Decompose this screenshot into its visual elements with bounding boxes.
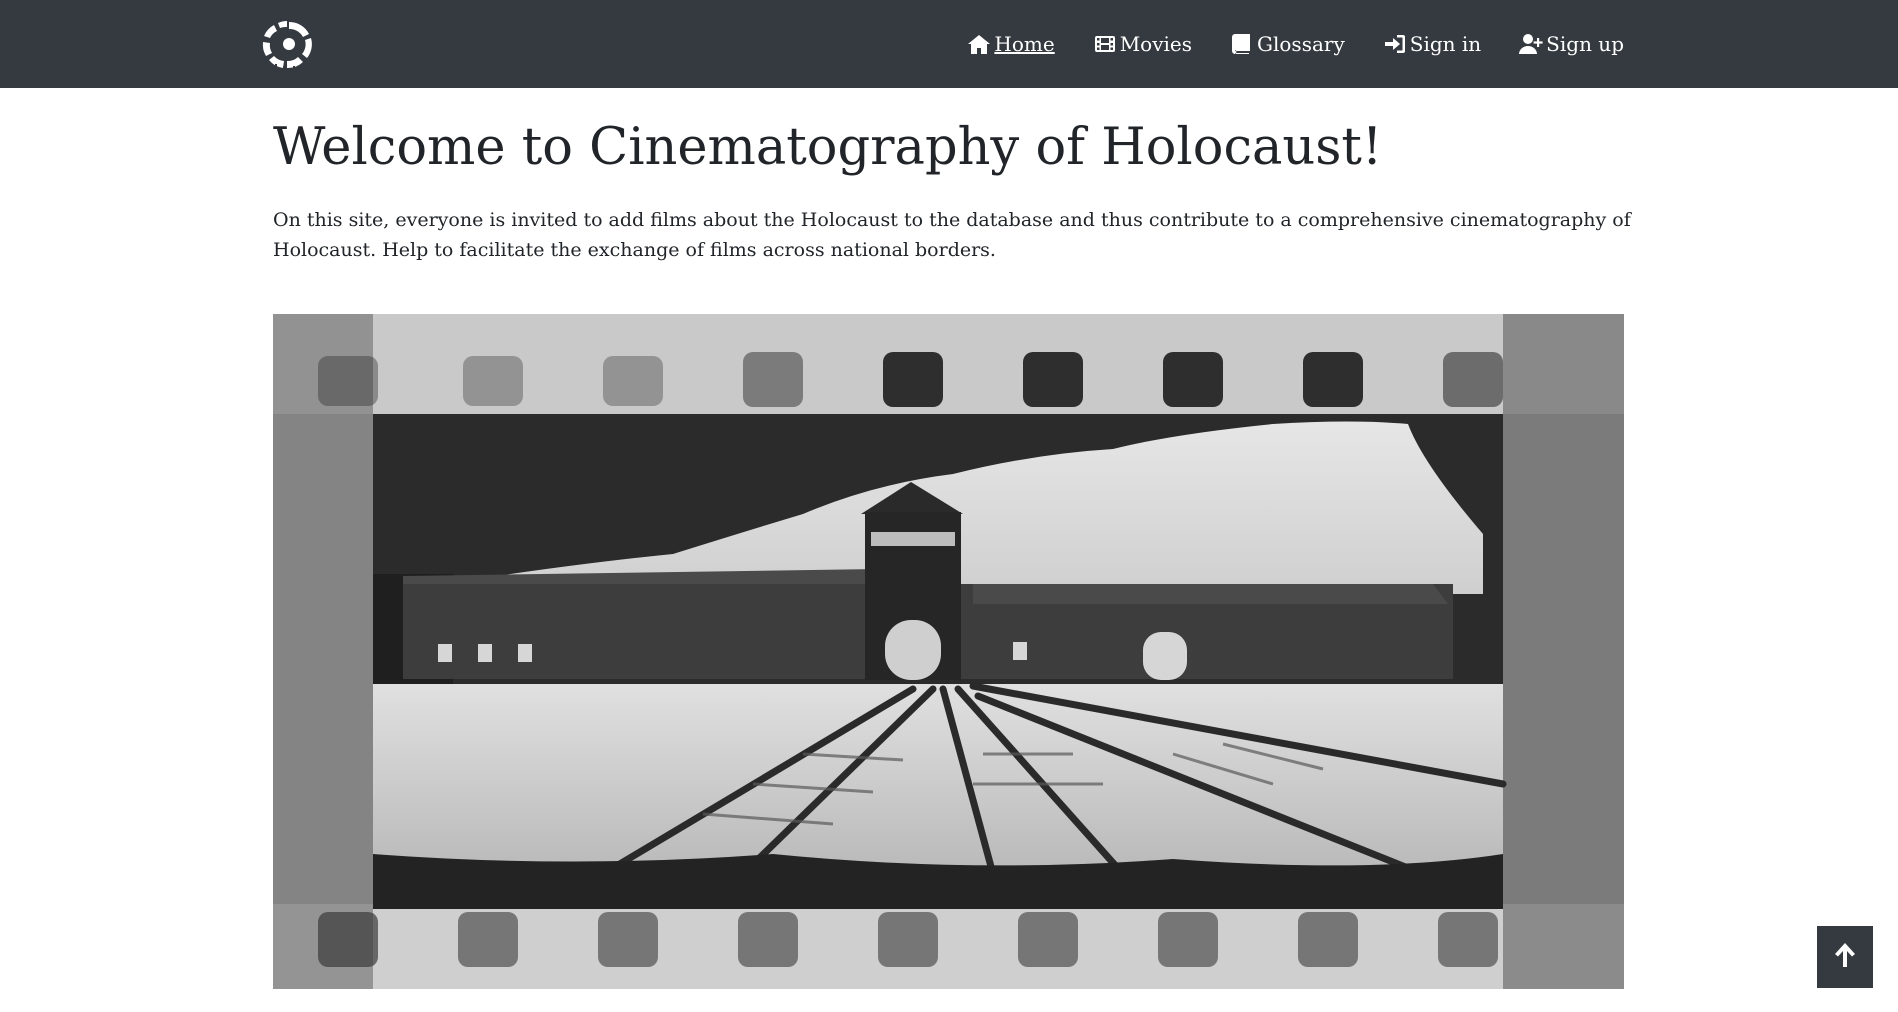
nav-glossary-label: Glossary	[1257, 32, 1345, 56]
nav-glossary[interactable]: Glossary	[1230, 32, 1345, 56]
back-to-top-button[interactable]	[1817, 926, 1873, 988]
nav-home-label: Home	[994, 32, 1055, 56]
nav-sign-in-label: Sign in	[1409, 32, 1482, 56]
nav-sign-in[interactable]: Sign in	[1383, 32, 1481, 56]
nav-sign-up-label: Sign up	[1546, 32, 1624, 56]
nav-home[interactable]: Home	[967, 32, 1055, 56]
film-reel-logo-icon[interactable]	[253, 14, 325, 74]
page-title: Welcome to Cinematography of Holocaust!	[273, 118, 1383, 177]
nav-movies[interactable]: Movies	[1093, 32, 1192, 56]
navbar: Home Movies Glossary Sign in Sign up	[0, 0, 1898, 88]
arrow-up-icon	[1832, 940, 1858, 974]
user-plus-icon	[1519, 33, 1543, 55]
home-icon	[967, 33, 991, 55]
film-icon	[1093, 33, 1117, 55]
book-icon	[1230, 33, 1254, 55]
nav-movies-label: Movies	[1119, 32, 1193, 56]
nav-links: Home Movies Glossary Sign in Sign up	[929, 0, 1624, 88]
auschwitz-gate-film-strip-image	[273, 314, 1624, 989]
nav-sign-up[interactable]: Sign up	[1519, 32, 1624, 56]
sign-in-icon	[1383, 33, 1407, 55]
intro-text: On this site, everyone is invited to add…	[273, 209, 1631, 261]
